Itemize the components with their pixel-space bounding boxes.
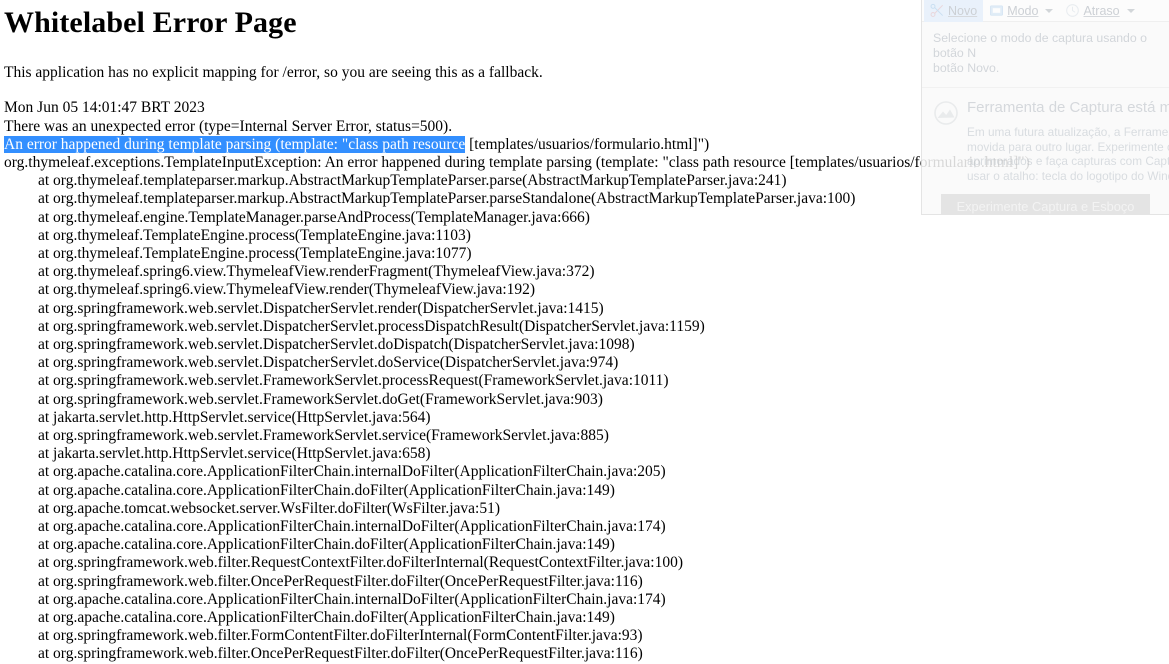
snipping-tool-promo: Ferramenta de Captura está m Em uma futu… <box>922 88 1169 183</box>
snipping-tool-toolbar: Novo Modo Atraso <box>922 0 1169 22</box>
stack-trace-line: at org.springframework.web.filter.OncePe… <box>38 645 643 663</box>
promo-button-row: Experimente Captura e Esboço <box>922 194 1169 214</box>
hint-line-1: Selecione o modo de captura usando o bot… <box>933 31 1147 60</box>
stack-trace-lines: at org.thymeleaf.templateparser.markup.A… <box>4 172 1165 663</box>
mode-label: Modo <box>1007 3 1039 18</box>
stack-trace-line: at org.springframework.web.servlet.Dispa… <box>38 317 705 335</box>
photo-mountain-icon <box>933 100 959 126</box>
promo-text-line: movida para outro lugar. Experimente os <box>967 139 1169 154</box>
stack-trace-line: at org.thymeleaf.TemplateEngine.process(… <box>38 226 471 244</box>
stack-trace-line: at org.springframework.web.servlet.Dispa… <box>38 299 604 317</box>
promo-text: Em uma futura atualização, a Ferramenta m… <box>967 125 1169 183</box>
snipping-tool-overlay[interactable]: Novo Modo Atraso Selecione o modo de cap… <box>921 0 1169 215</box>
delay-button[interactable]: Atraso <box>1059 0 1140 22</box>
stack-trace-line: at org.springframework.web.servlet.Frame… <box>38 426 609 444</box>
mode-rectangle-icon <box>989 3 1004 18</box>
chevron-down-icon-mode[interactable] <box>1045 8 1054 13</box>
stack-trace: org.thymeleaf.exceptions.TemplateInputEx… <box>4 154 1165 664</box>
snipping-tool-hint: Selecione o modo de captura usando o bot… <box>922 22 1169 88</box>
unselected-message-fragment: [templates/usuarios/formulario.html]") <box>465 135 710 153</box>
stack-trace-line: at org.apache.catalina.core.ApplicationF… <box>38 463 666 481</box>
promo-heading: Ferramenta de Captura está m <box>967 99 1169 116</box>
stack-trace-line: at org.springframework.web.filter.Reques… <box>38 554 683 572</box>
stack-trace-line: at org.springframework.web.servlet.Dispa… <box>38 354 619 372</box>
chevron-down-icon-delay[interactable] <box>1126 8 1135 13</box>
stack-trace-line: at org.thymeleaf.spring6.view.ThymeleafV… <box>38 281 536 299</box>
stack-trace-line: at org.thymeleaf.spring6.view.ThymeleafV… <box>38 263 595 281</box>
selected-message-fragment[interactable]: An error happened during template parsin… <box>4 135 466 153</box>
stack-trace-line: at org.springframework.web.servlet.Frame… <box>38 372 669 390</box>
stack-trace-line: at jakarta.servlet.http.HttpServlet.serv… <box>38 408 431 426</box>
stack-trace-line: at org.springframework.web.servlet.Dispa… <box>38 335 635 353</box>
stack-trace-line: at org.springframework.web.servlet.Frame… <box>38 390 603 408</box>
stack-trace-line: at org.apache.catalina.core.ApplicationF… <box>38 609 615 627</box>
delay-label: Atraso <box>1083 3 1120 18</box>
promo-text-line: aprimorados e faça capturas com Captur <box>967 154 1169 169</box>
stack-trace-line: at jakarta.servlet.http.HttpServlet.serv… <box>38 445 431 463</box>
new-capture-label: Novo <box>948 3 978 18</box>
promo-body: Ferramenta de Captura está m Em uma futu… <box>967 98 1169 183</box>
stack-trace-line: at org.apache.catalina.core.ApplicationF… <box>38 536 615 554</box>
promo-text-line: Em uma futura atualização, a Ferramenta <box>967 125 1169 139</box>
promo-text-line: usar o atalho: tecla do logotipo do Wind <box>967 168 1169 183</box>
hint-line-2: botão Novo. <box>933 61 1000 75</box>
stack-trace-line: at org.apache.catalina.core.ApplicationF… <box>38 590 666 608</box>
stack-trace-line: at org.apache.catalina.core.ApplicationF… <box>38 518 666 535</box>
try-snip-and-sketch-button[interactable]: Experimente Captura e Esboço <box>940 194 1151 214</box>
stack-trace-line: at org.springframework.web.filter.FormCo… <box>38 627 643 645</box>
scissors-icon <box>930 3 945 18</box>
stack-trace-line: at org.apache.tomcat.websocket.server.Ws… <box>38 499 500 517</box>
clock-icon <box>1065 3 1080 18</box>
stack-trace-line: at org.thymeleaf.TemplateEngine.process(… <box>38 244 472 262</box>
stack-trace-line: at org.springframework.web.filter.OncePe… <box>38 572 643 590</box>
stack-trace-line: at org.apache.catalina.core.ApplicationF… <box>38 481 615 499</box>
new-capture-button[interactable]: Novo <box>924 0 984 22</box>
mode-button[interactable]: Modo <box>983 0 1059 22</box>
